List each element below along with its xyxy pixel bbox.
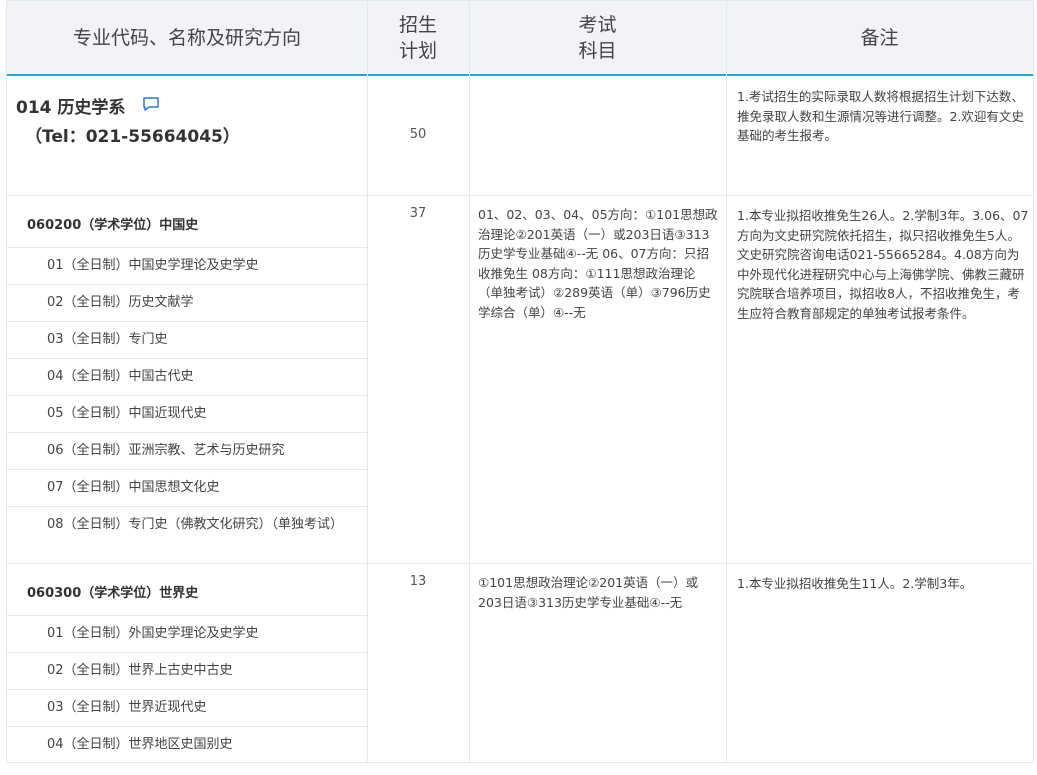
department-name: 014 历史学系 <box>16 98 126 118</box>
direction-item: 02（全日制）历史文献学 <box>47 295 194 310</box>
major-plan-china-history: 37 <box>409 206 427 221</box>
header-major-column: 专业代码、名称及研究方向 <box>72 27 301 49</box>
direction-item: 05（全日制）中国近现代史 <box>47 406 207 421</box>
direction-item: 06（全日制）亚洲宗教、艺术与历史研究 <box>47 443 285 458</box>
direction-item: 03（全日制）世界近现代史 <box>47 700 207 715</box>
page: 专业代码、名称及研究方向 招生 计划 考试 科目 备注 014 历史学系 （Te… <box>0 0 1037 775</box>
header-exam-line1: 考试 <box>578 14 617 36</box>
direction-item: 01（全日制）中国史学理论及史学史 <box>47 258 259 273</box>
direction-item: 07（全日制）中国思想文化史 <box>47 480 220 495</box>
direction-item: 04（全日制）世界地区史国别史 <box>47 737 233 752</box>
department-plan: 50 <box>409 127 427 142</box>
direction-item: 01（全日制）外国史学理论及史学史 <box>47 626 259 641</box>
major-exam-world-history: ①101思想政治理论②201英语（一）或203日语③313历史学专业基础④--无 <box>478 575 699 610</box>
department-notes: 1.考试招生的实际录取人数将根据招生计划下达数、推免录取人数和生源情况等进行调整… <box>737 89 1024 143</box>
major-plan-world-history: 13 <box>409 574 427 589</box>
major-title-china-history: 060200（学术学位）中国史 <box>27 218 199 233</box>
comment-icon[interactable] <box>142 96 160 112</box>
direction-item: 02（全日制）世界上古史中古史 <box>47 663 233 678</box>
major-title-world-history: 060300（学术学位）世界史 <box>27 586 199 601</box>
admissions-table: 专业代码、名称及研究方向 招生 计划 考试 科目 备注 014 历史学系 （Te… <box>6 0 1034 763</box>
header-notes-column: 备注 <box>860 27 899 49</box>
direction-item: 03（全日制）专门史 <box>47 332 168 347</box>
header-exam-line2: 科目 <box>578 40 617 62</box>
direction-item: 04（全日制）中国古代史 <box>47 369 194 384</box>
direction-item: 08（全日制）专门史（佛教文化研究）（单独考试） <box>47 517 344 532</box>
major-notes-china-history: 1.本专业拟招收推免生26人。2.学制3年。3.06、07方向为文史研究院依托招… <box>737 208 1029 321</box>
major-exam-china-history: 01、02、03、04、05方向：①101思想政治理论②201英语（一）或203… <box>478 207 718 320</box>
major-notes-world-history: 1.本专业拟招收推免生11人。2.学制3年。 <box>737 576 973 591</box>
header-plan-line1: 招生 <box>398 14 437 36</box>
department-phone: （Tel：021-55664045） <box>25 127 240 147</box>
header-plan-line2: 计划 <box>398 40 437 62</box>
